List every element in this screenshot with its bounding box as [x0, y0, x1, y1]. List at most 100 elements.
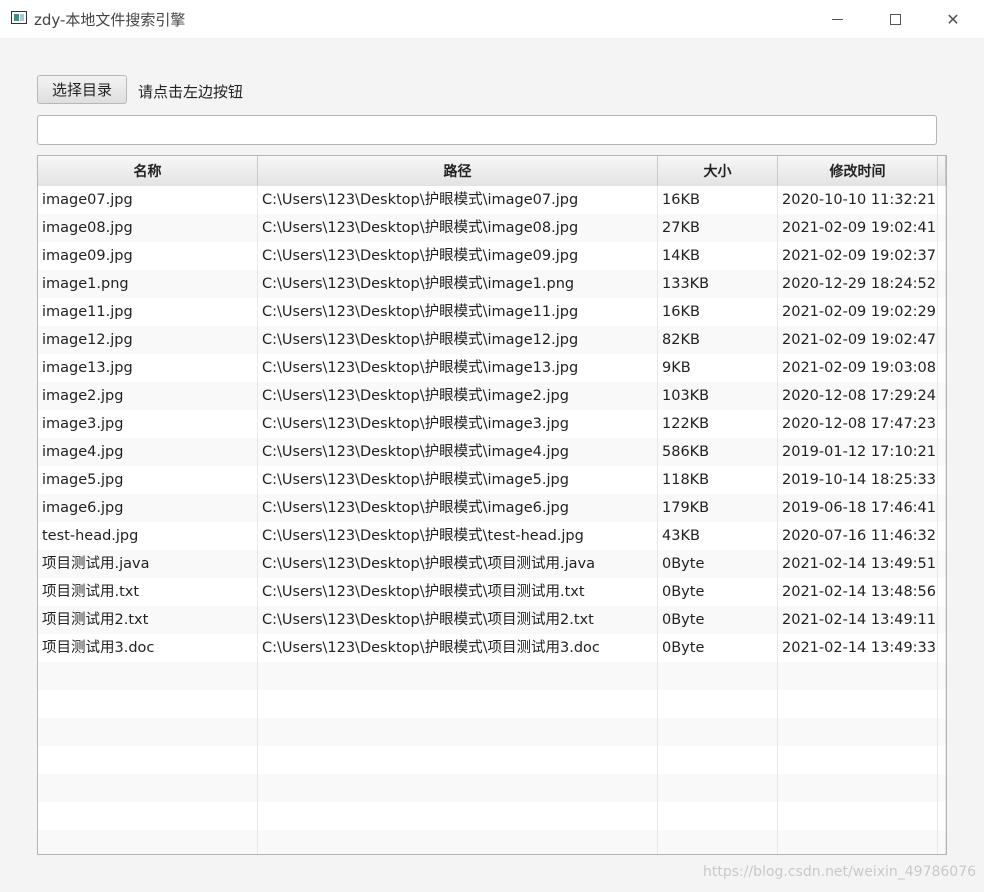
modified-time-cell: 2021-02-14 13:49:11	[778, 606, 938, 634]
maximize-button[interactable]	[866, 0, 924, 38]
filler-cell	[938, 830, 946, 854]
file-name-cell: 项目测试用.txt	[38, 578, 258, 606]
file-table: 名称 路径 大小 修改时间 image07.jpg C:\Users\123\De…	[37, 155, 947, 855]
file-path-cell: C:\Users\123\Desktop\护眼模式\项目测试用.txt	[258, 578, 658, 606]
file-path-cell: C:\Users\123\Desktop\护眼模式\image2.jpg	[258, 382, 658, 410]
file-size-cell: 27KB	[658, 214, 778, 242]
table-row[interactable]: image3.jpg C:\Users\123\Desktop\护眼模式\imag…	[38, 410, 946, 438]
table-row[interactable]: image07.jpg C:\Users\123\Desktop\护眼模式\ima…	[38, 186, 946, 214]
filler-cell	[938, 354, 946, 382]
filler-cell	[938, 438, 946, 466]
file-name-cell: image6.jpg	[38, 494, 258, 522]
modified-time-cell: 2021-02-09 19:02:37	[778, 242, 938, 270]
table-row[interactable]: image1.png C:\Users\123\Desktop\护眼模式\imag…	[38, 270, 946, 298]
table-body: image07.jpg C:\Users\123\Desktop\护眼模式\ima…	[38, 186, 946, 854]
table-row[interactable]: 项目测试用.java C:\Users\123\Desktop\护眼模式\项目测试…	[38, 550, 946, 578]
minimize-icon	[831, 18, 843, 20]
empty-table-row[interactable]	[38, 830, 946, 854]
file-name-cell	[38, 718, 258, 746]
minimize-button[interactable]	[808, 0, 866, 38]
file-name-cell	[38, 662, 258, 690]
filler-cell	[938, 718, 946, 746]
column-header-modified[interactable]: 修改时间	[778, 156, 938, 186]
table-row[interactable]: image11.jpg C:\Users\123\Desktop\护眼模式\ima…	[38, 298, 946, 326]
filler-cell	[938, 578, 946, 606]
modified-time-cell: 2019-10-14 18:25:33	[778, 466, 938, 494]
filler-cell	[938, 410, 946, 438]
modified-time-cell	[778, 830, 938, 854]
file-name-cell: 项目测试用3.doc	[38, 634, 258, 662]
column-header-name[interactable]: 名称	[38, 156, 258, 186]
table-row[interactable]: image5.jpg C:\Users\123\Desktop\护眼模式\imag…	[38, 466, 946, 494]
filler-cell	[938, 214, 946, 242]
file-size-cell: 9KB	[658, 354, 778, 382]
file-size-cell: 82KB	[658, 326, 778, 354]
filler-cell	[938, 550, 946, 578]
modified-time-cell: 2021-02-14 13:49:51	[778, 550, 938, 578]
hint-text: 请点击左边按钮	[138, 83, 244, 101]
file-name-cell: image07.jpg	[38, 186, 258, 214]
file-size-cell	[658, 802, 778, 830]
table-row[interactable]: image12.jpg C:\Users\123\Desktop\护眼模式\ima…	[38, 326, 946, 354]
file-name-cell: test-head.jpg	[38, 522, 258, 550]
filler-cell	[938, 186, 946, 214]
file-path-cell: C:\Users\123\Desktop\护眼模式\image4.jpg	[258, 438, 658, 466]
table-row[interactable]: image6.jpg C:\Users\123\Desktop\护眼模式\imag…	[38, 494, 946, 522]
file-path-cell: C:\Users\123\Desktop\护眼模式\项目测试用3.doc	[258, 634, 658, 662]
file-size-cell: 14KB	[658, 242, 778, 270]
file-size-cell: 122KB	[658, 410, 778, 438]
empty-table-row[interactable]	[38, 690, 946, 718]
file-name-cell: image08.jpg	[38, 214, 258, 242]
modified-time-cell: 2021-02-09 19:03:08	[778, 354, 938, 382]
file-path-cell: C:\Users\123\Desktop\护眼模式\image6.jpg	[258, 494, 658, 522]
empty-table-row[interactable]	[38, 746, 946, 774]
filler-cell	[938, 494, 946, 522]
title-bar: zdy-本地文件搜索引擎 ✕	[0, 0, 984, 38]
table-row[interactable]: image2.jpg C:\Users\123\Desktop\护眼模式\imag…	[38, 382, 946, 410]
table-row[interactable]: 项目测试用3.doc C:\Users\123\Desktop\护眼模式\项目测试…	[38, 634, 946, 662]
modified-time-cell	[778, 690, 938, 718]
choose-directory-button[interactable]: 选择目录	[37, 75, 127, 104]
table-row[interactable]: image08.jpg C:\Users\123\Desktop\护眼模式\ima…	[38, 214, 946, 242]
window-title: zdy-本地文件搜索引擎	[34, 11, 186, 29]
file-size-cell	[658, 746, 778, 774]
file-path-cell	[258, 746, 658, 774]
file-name-cell: image13.jpg	[38, 354, 258, 382]
column-header-size[interactable]: 大小	[658, 156, 778, 186]
column-header-filler	[938, 156, 946, 186]
empty-table-row[interactable]	[38, 662, 946, 690]
file-path-cell	[258, 830, 658, 854]
table-row[interactable]: image09.jpg C:\Users\123\Desktop\护眼模式\ima…	[38, 242, 946, 270]
watermark: https://blog.csdn.net/weixin_49786076	[703, 864, 977, 880]
empty-table-row[interactable]	[38, 802, 946, 830]
modified-time-cell: 2020-12-08 17:47:23	[778, 410, 938, 438]
table-row[interactable]: image13.jpg C:\Users\123\Desktop\护眼模式\ima…	[38, 354, 946, 382]
table-row[interactable]: 项目测试用.txt C:\Users\123\Desktop\护眼模式\项目测试用…	[38, 578, 946, 606]
file-path-cell: C:\Users\123\Desktop\护眼模式\image11.jpg	[258, 298, 658, 326]
file-size-cell: 43KB	[658, 522, 778, 550]
file-path-cell: C:\Users\123\Desktop\护眼模式\项目测试用.java	[258, 550, 658, 578]
app-window-icon	[11, 11, 27, 24]
file-path-cell: C:\Users\123\Desktop\护眼模式\image13.jpg	[258, 354, 658, 382]
filler-cell	[938, 662, 946, 690]
modified-time-cell	[778, 746, 938, 774]
table-row[interactable]: image4.jpg C:\Users\123\Desktop\护眼模式\imag…	[38, 438, 946, 466]
modified-time-cell: 2021-02-14 13:48:56	[778, 578, 938, 606]
empty-table-row[interactable]	[38, 718, 946, 746]
file-size-cell: 0Byte	[658, 634, 778, 662]
modified-time-cell: 2021-02-14 13:49:33	[778, 634, 938, 662]
file-name-cell	[38, 774, 258, 802]
modified-time-cell: 2019-06-18 17:46:41	[778, 494, 938, 522]
column-header-path[interactable]: 路径	[258, 156, 658, 186]
table-row[interactable]: test-head.jpg C:\Users\123\Desktop\护眼模式\t…	[38, 522, 946, 550]
file-name-cell: image09.jpg	[38, 242, 258, 270]
close-button[interactable]: ✕	[924, 0, 982, 38]
filler-cell	[938, 690, 946, 718]
filler-cell	[938, 522, 946, 550]
file-size-cell: 16KB	[658, 298, 778, 326]
file-path-cell	[258, 774, 658, 802]
empty-table-row[interactable]	[38, 774, 946, 802]
table-row[interactable]: 项目测试用2.txt C:\Users\123\Desktop\护眼模式\项目测试…	[38, 606, 946, 634]
filler-cell	[938, 466, 946, 494]
search-input[interactable]	[37, 115, 937, 145]
